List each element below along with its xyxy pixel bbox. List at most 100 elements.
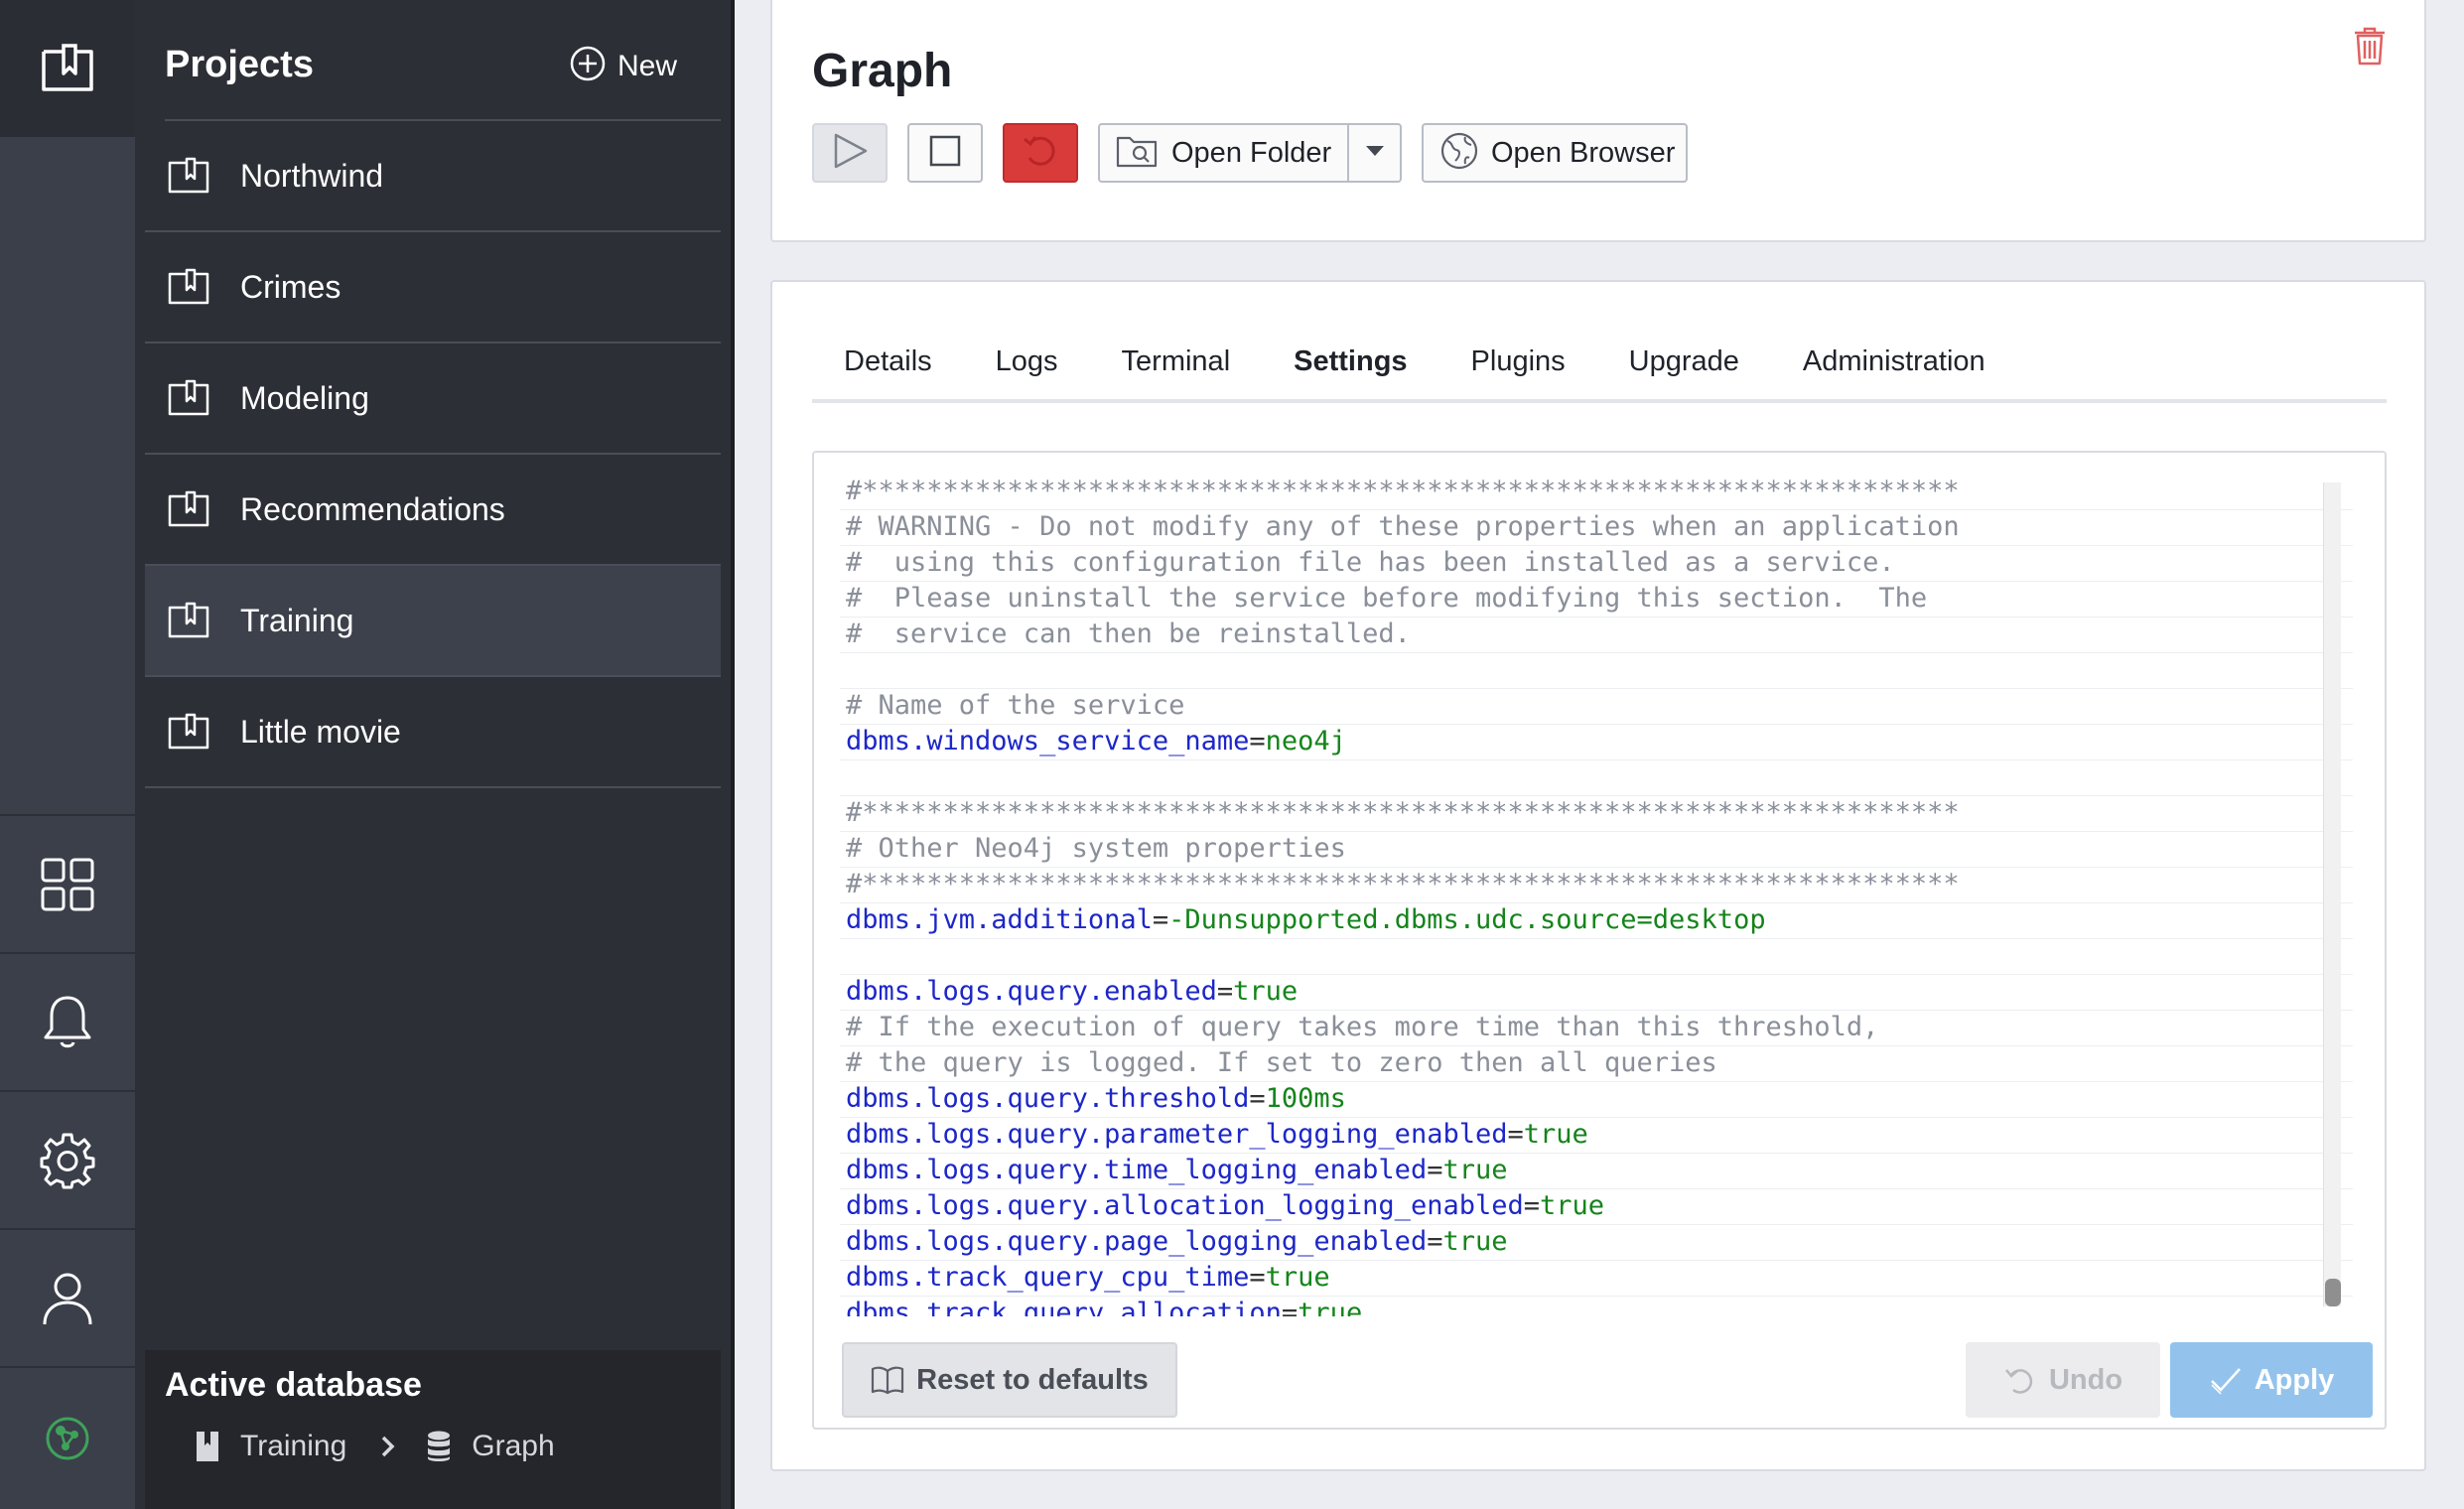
- settings-line[interactable]: # If the execution of query takes more t…: [840, 1011, 2353, 1046]
- settings-line[interactable]: #***************************************…: [840, 475, 2353, 510]
- settings-line[interactable]: dbms.windows_service_name=neo4j: [840, 725, 2353, 760]
- folder-search-icon: [1116, 132, 1160, 175]
- open-browser-label: Open Browser: [1491, 136, 1676, 169]
- settings-editor[interactable]: #***************************************…: [840, 475, 2353, 1316]
- setting-key: dbms.logs.query.page_logging_enabled: [846, 1226, 1428, 1257]
- settings-editor-panel: #***************************************…: [812, 451, 2387, 1430]
- database-toolbar: Open Folder Open Browser: [812, 123, 1688, 183]
- editor-scroll-thumb[interactable]: [2325, 1279, 2341, 1306]
- open-folder-label: Open Folder: [1171, 136, 1332, 169]
- project-item-label: Recommendations: [240, 490, 505, 527]
- project-item-training[interactable]: Training: [145, 566, 721, 677]
- delete-database-button[interactable]: [2353, 26, 2387, 70]
- projects-header: Projects New: [165, 0, 721, 121]
- tab-administration[interactable]: Administration: [1771, 342, 2017, 399]
- neo4j-logo-icon: [44, 1413, 91, 1464]
- undo-button[interactable]: Undo: [1966, 1342, 2160, 1418]
- new-project-button[interactable]: New: [570, 46, 677, 86]
- comment-text: # using this configuration file has been…: [846, 547, 1895, 578]
- settings-line[interactable]: # using this configuration file has been…: [840, 546, 2353, 582]
- tab-terminal[interactable]: Terminal: [1090, 342, 1263, 399]
- settings-line[interactable]: dbms.logs.query.enabled=true: [840, 975, 2353, 1011]
- settings-line[interactable]: dbms.logs.query.threshold=100ms: [840, 1082, 2353, 1118]
- active-project-link[interactable]: Training: [240, 1430, 346, 1463]
- checkmark-icon: [2209, 1365, 2243, 1395]
- settings-line[interactable]: #***************************************…: [840, 796, 2353, 832]
- settings-line[interactable]: # WARNING - Do not modify any of these p…: [840, 510, 2353, 546]
- settings-line[interactable]: dbms.jvm.additional=-Dunsupported.dbms.u…: [840, 903, 2353, 939]
- settings-icon: [39, 1132, 96, 1189]
- active-database-link[interactable]: Graph: [472, 1430, 554, 1463]
- open-browser-button[interactable]: Open Browser: [1422, 123, 1688, 183]
- setting-value: true: [1540, 1190, 1605, 1221]
- project-item-little-movie[interactable]: Little movie: [145, 677, 721, 788]
- settings-line[interactable]: [840, 653, 2353, 689]
- rail-neo4j-button[interactable]: [0, 1366, 135, 1509]
- project-item-label: Crimes: [240, 268, 342, 305]
- restart-button[interactable]: [1003, 123, 1078, 183]
- trash-icon: [2353, 27, 2387, 69]
- project-folder-icon: [167, 267, 210, 307]
- setting-key: dbms.logs.query.parameter_logging_enable…: [846, 1119, 1508, 1150]
- settings-line[interactable]: # the query is logged. If set to zero th…: [840, 1046, 2353, 1082]
- settings-line[interactable]: # service can then be reinstalled.: [840, 617, 2353, 653]
- setting-equals: =: [1216, 976, 1234, 1007]
- tab-plugins[interactable]: Plugins: [1439, 342, 1597, 399]
- settings-line[interactable]: dbms.logs.query.page_logging_enabled=tru…: [840, 1225, 2353, 1261]
- project-item-label: Little movie: [240, 713, 401, 750]
- settings-line[interactable]: [840, 939, 2353, 975]
- project-item-recommendations[interactable]: Recommendations: [145, 455, 721, 566]
- settings-line[interactable]: dbms.track_query_cpu_time=true: [840, 1261, 2353, 1297]
- rail-settings-button[interactable]: [0, 1090, 135, 1228]
- tab-settings[interactable]: Settings: [1262, 342, 1438, 399]
- open-folder-button[interactable]: Open Folder: [1100, 125, 1350, 181]
- project-item-crimes[interactable]: Crimes: [145, 232, 721, 343]
- reset-to-defaults-button[interactable]: Reset to defaults: [842, 1342, 1177, 1418]
- project-folder-icon: [167, 156, 210, 196]
- editor-scrollbar[interactable]: [2323, 482, 2341, 1306]
- stop-button[interactable]: [907, 123, 983, 183]
- notifications-icon: [43, 994, 92, 1051]
- open-folder-dropdown-button[interactable]: [1349, 125, 1400, 181]
- settings-line[interactable]: # Other Neo4j system properties: [840, 832, 2353, 868]
- settings-line[interactable]: dbms.track_query_allocation=true: [840, 1297, 2353, 1316]
- settings-line[interactable]: # Please uninstall the service before mo…: [840, 582, 2353, 617]
- tab-details[interactable]: Details: [812, 342, 964, 399]
- comment-text: # the query is logged. If set to zero th…: [846, 1047, 1717, 1078]
- settings-line[interactable]: [840, 760, 2353, 796]
- database-title: Graph: [812, 45, 953, 97]
- start-button[interactable]: [812, 123, 888, 183]
- project-item-modeling[interactable]: Modeling: [145, 343, 721, 455]
- apply-label: Apply: [2254, 1363, 2335, 1396]
- project-folder-icon: [167, 489, 210, 529]
- apply-button[interactable]: Apply: [2170, 1342, 2373, 1418]
- project-folder-icon: [167, 378, 210, 418]
- comment-text: #***************************************…: [846, 797, 1960, 828]
- setting-key: dbms.logs.query.allocation_logging_enabl…: [846, 1190, 1524, 1221]
- project-item-label: Northwind: [240, 157, 384, 194]
- tab-logs[interactable]: Logs: [964, 342, 1090, 399]
- project-item-northwind[interactable]: Northwind: [145, 121, 721, 232]
- project-item-label: Modeling: [240, 379, 369, 416]
- plus-circle-icon: [570, 46, 606, 86]
- rail-projects-button[interactable]: [0, 0, 135, 137]
- setting-value: true: [1523, 1119, 1588, 1150]
- settings-line[interactable]: # Name of the service: [840, 689, 2353, 725]
- new-project-label: New: [617, 49, 678, 82]
- rail-notifications-button[interactable]: [0, 952, 135, 1090]
- rail-graph-apps-button[interactable]: [0, 814, 135, 952]
- setting-value: neo4j: [1265, 726, 1346, 756]
- database-detail-card: Details Logs Terminal Settings Plugins U…: [770, 280, 2426, 1471]
- graph-apps-icon: [40, 857, 95, 912]
- setting-equals: =: [1152, 904, 1169, 935]
- settings-line[interactable]: dbms.logs.query.time_logging_enabled=tru…: [840, 1154, 2353, 1189]
- active-database-breadcrumb: Training Graph: [195, 1430, 555, 1463]
- settings-line[interactable]: dbms.logs.query.parameter_logging_enable…: [840, 1118, 2353, 1154]
- tab-upgrade[interactable]: Upgrade: [1597, 342, 1771, 399]
- setting-key: dbms.windows_service_name: [846, 726, 1250, 756]
- rail-user-button[interactable]: [0, 1228, 135, 1366]
- comment-text: #***************************************…: [846, 869, 1960, 899]
- comment-text: # Please uninstall the service before mo…: [846, 583, 1928, 614]
- settings-line[interactable]: #***************************************…: [840, 868, 2353, 903]
- settings-line[interactable]: dbms.logs.query.allocation_logging_enabl…: [840, 1189, 2353, 1225]
